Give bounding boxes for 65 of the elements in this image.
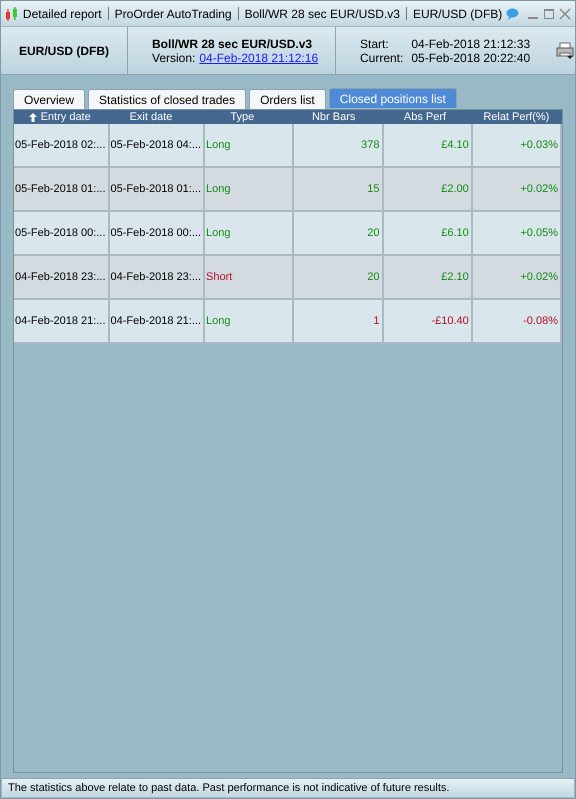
table-cell: 15 — [294, 168, 384, 210]
start-label: Start: — [360, 36, 390, 50]
table-cell: Long — [205, 212, 294, 254]
column-header[interactable]: Abs Perf — [379, 110, 471, 124]
table-cell: +0.05% — [472, 212, 562, 254]
column-header[interactable]: Exit date — [105, 110, 197, 124]
disclaimer-text: The statistics above relate to past data. Past performance is not indicative of future results. — [8, 782, 450, 794]
close-button[interactable] — [559, 8, 571, 20]
table-cell: +0.03% — [472, 124, 562, 166]
tab[interactable]: Orders list — [249, 89, 326, 109]
column-label: Nbr Bars — [312, 111, 356, 123]
table-cell: 05-Feb-2018 01:... — [14, 168, 110, 210]
table-cell: Long — [205, 124, 294, 166]
table-cell: +0.02% — [472, 168, 562, 210]
table-cell: 20 — [294, 212, 384, 254]
column-label: Entry date — [40, 111, 91, 123]
table-cell: £4.10 — [384, 124, 473, 166]
column-label: Relat Perf(%) — [483, 111, 550, 123]
table-cell: 04-Feb-2018 21:... — [14, 300, 110, 342]
table-cell: 04-Feb-2018 23:... — [110, 256, 206, 298]
column-header[interactable]: Entry date — [14, 110, 106, 124]
table-cell: 05-Feb-2018 04:... — [110, 124, 206, 166]
window-title: Detailed report — [22, 6, 102, 20]
window-title: EUR/USD (DFB) — [412, 6, 502, 20]
sort-up-icon — [28, 112, 37, 122]
speech-bubble-icon — [506, 8, 520, 20]
table-cell: £2.10 — [384, 256, 473, 298]
table-cell: Short — [205, 256, 294, 298]
start-value: 04-Feb-2018 21:12:33 — [411, 36, 530, 50]
table-cell: 04-Feb-2018 23:... — [14, 256, 110, 298]
current-value: 05-Feb-2018 20:22:40 — [411, 50, 530, 64]
table-cell: -0.08% — [472, 300, 562, 342]
table-cell: Long — [205, 300, 294, 342]
current-label: Current: — [360, 50, 404, 64]
table-cell: £2.00 — [384, 168, 473, 210]
column-label: Abs Perf — [404, 111, 446, 123]
tab[interactable]: Statistics of closed trades — [88, 89, 246, 109]
version-label: Version: — [152, 50, 196, 64]
table-cell: 04-Feb-2018 21:... — [110, 300, 206, 342]
table-cell: 05-Feb-2018 00:... — [110, 212, 206, 254]
column-header[interactable]: Relat Perf(%) — [470, 110, 562, 124]
table-cell: Long — [205, 168, 294, 210]
table-cell: +0.02% — [472, 256, 562, 298]
column-header[interactable]: Nbr Bars — [288, 110, 380, 124]
table-cell: 05-Feb-2018 02:... — [14, 124, 110, 166]
maximize-button[interactable] — [543, 8, 556, 20]
system-name: Boll/WR 28 sec EUR/USD.v3 — [152, 36, 312, 50]
table-cell: 378 — [294, 124, 384, 166]
table-cell: -£10.40 — [384, 300, 473, 342]
column-label: Exit date — [130, 111, 172, 123]
printer-icon[interactable] — [556, 42, 574, 60]
window-title: ProOrder AutoTrading — [114, 6, 232, 20]
table-cell: 05-Feb-2018 00:... — [14, 212, 110, 254]
column-label: Type — [230, 111, 254, 123]
table-cell: 1 — [294, 300, 384, 342]
table-cell: £6.10 — [384, 212, 473, 254]
column-header[interactable]: Type — [196, 110, 288, 124]
table-cell: 05-Feb-2018 01:... — [110, 168, 206, 210]
candlestick-icon — [5, 6, 19, 22]
tab[interactable]: Closed positions list — [328, 88, 457, 108]
window-title: Boll/WR 28 sec EUR/USD.v3 — [244, 6, 400, 20]
instrument-name: EUR/USD (DFB) — [19, 44, 109, 58]
version-link[interactable]: 04-Feb-2018 21:12:16 — [199, 50, 318, 64]
table-cell: 20 — [294, 256, 384, 298]
tab[interactable]: Overview — [13, 89, 86, 109]
